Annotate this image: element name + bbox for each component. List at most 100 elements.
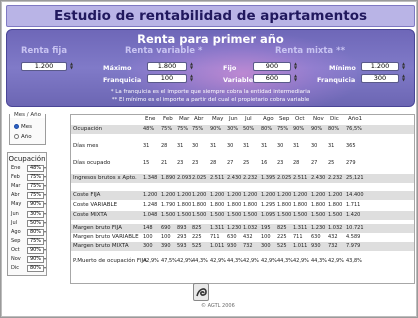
ocupacion-input[interactable]: 90% [27, 256, 44, 263]
table-cell: 1.032 [243, 225, 258, 231]
minimo-stepper-icon[interactable]: ▲ ▼ [401, 62, 406, 71]
table-cell: 1.032 [328, 225, 343, 231]
table-cell: 930 [227, 243, 237, 249]
renta-fija-stepper-icon[interactable]: ▲ ▼ [69, 62, 74, 71]
table-cell: 31 [143, 143, 150, 149]
row-label: Margen bruto MIXTA [73, 243, 129, 249]
table-cell: 148 [143, 225, 153, 231]
table-cell: 31 [210, 143, 217, 149]
ocupacion-stepper-icon[interactable]: ▾ [44, 201, 46, 206]
table-cell: 42,9% [210, 258, 226, 264]
table-cell: 100 [143, 234, 153, 240]
ocupacion-input[interactable]: 75% [27, 192, 44, 200]
results-table: Ene Feb Mar Abr May Jun Jul Ago Sep Oct Nov Dic Año1… [70, 114, 415, 284]
table-cell: 1.200 [143, 192, 158, 198]
ocupacion-input[interactable]: 50% [27, 219, 44, 227]
ocupacion-input[interactable]: 90% [27, 201, 44, 209]
ocupacion-month: Mar [11, 183, 21, 190]
mes-radio[interactable]: Mes [14, 124, 32, 130]
ocupacion-input[interactable]: 80% [27, 265, 44, 273]
row-label: P.Muerto de ocupación FIJA [73, 258, 147, 264]
table-cell: 25 [328, 160, 335, 166]
franquicia-variable-input[interactable]: 100 [147, 74, 187, 83]
table-header-cell: Ene [145, 116, 156, 122]
ocupacion-row: Dic 80% ▾ [11, 265, 47, 273]
ocupacion-input[interactable]: 75% [27, 237, 44, 245]
table-header-cell: Jun [229, 116, 238, 122]
ocupacion-stepper-icon[interactable]: ▾ [44, 220, 46, 225]
table-cell: 30 [277, 143, 284, 149]
table-cell: 1.500 [177, 212, 192, 218]
table-cell: 2.430 [227, 175, 242, 181]
table-cell: 4.589 [346, 234, 361, 240]
table-cell: 711 [210, 234, 220, 240]
ocupacion-stepper-icon[interactable]: ▾ [44, 211, 46, 216]
ocupacion-input[interactable]: 80% [27, 228, 44, 236]
row-label: Días ocupado [73, 160, 111, 166]
table-cell: 10.721 [346, 225, 364, 231]
table-cell: 1.230 [311, 225, 326, 231]
ocupacion-stepper-icon[interactable]: ▾ [44, 256, 46, 261]
ocupacion-stepper-icon[interactable]: ▾ [44, 192, 46, 197]
fijo-stepper-icon[interactable]: ▲ ▼ [293, 62, 298, 71]
table-header-cell: Ago [263, 116, 274, 122]
table-cell: 31 [261, 143, 268, 149]
ocupacion-stepper-icon[interactable]: ▾ [44, 229, 46, 234]
ocupacion-input[interactable]: 30% [27, 210, 44, 218]
franquicia-variable-label: Franquicia [103, 76, 142, 84]
table-cell: 1.311 [293, 225, 308, 231]
table-cell: 90% [210, 126, 222, 132]
table-cell: 225 [277, 234, 287, 240]
ano-radio[interactable]: Año [14, 134, 32, 140]
ocupacion-stepper-icon[interactable]: ▾ [44, 183, 46, 188]
table-cell: 90% [311, 126, 323, 132]
table-cell: 1.248 [143, 202, 158, 208]
table-cell: 825 [192, 225, 202, 231]
table-row: Margen bruto VARIABLE 100 100 293 225 711 630 4… [71, 233, 414, 242]
renta-fija-input[interactable]: 1.200 [21, 62, 67, 71]
ocupacion-stepper-icon[interactable]: ▾ [44, 174, 46, 179]
table-cell: 300 [143, 243, 153, 249]
table-cell: 1.200 [243, 192, 258, 198]
table-cell: 1.048 [143, 212, 158, 218]
table-cell: 75% [177, 126, 189, 132]
table-cell: 1.295 [261, 202, 276, 208]
franquicia-variable-stepper-icon[interactable]: ▲ ▼ [189, 74, 194, 83]
table-cell: 1.200 [277, 192, 292, 198]
variable-mixta-stepper-icon[interactable]: ▲ ▼ [293, 74, 298, 83]
table-cell: 100 [261, 234, 271, 240]
table-row: Ocupación 48% 75% 75% 75% 90% 30% 50% 80% 75% 90% 9… [71, 125, 414, 134]
table-cell: 1.200 [161, 192, 176, 198]
table-header-cell: Feb [163, 116, 173, 122]
fija-heading: Renta fija [21, 46, 68, 56]
ocupacion-month: May [11, 201, 22, 208]
variable-mixta-input[interactable]: 600 [253, 74, 291, 83]
table-cell: 42,9% [328, 258, 344, 264]
table-cell: 27 [311, 160, 318, 166]
ocupacion-stepper-icon[interactable]: ▾ [44, 238, 46, 243]
table-cell: 1.500 [210, 212, 225, 218]
ocupacion-input[interactable]: 90% [27, 246, 44, 254]
ocupacion-input[interactable]: 48% [27, 165, 44, 172]
franquicia-mixta-stepper-icon[interactable]: ▲ ▼ [401, 74, 406, 83]
table-cell: 44,3% [277, 258, 293, 264]
ocupacion-input[interactable]: 75% [27, 174, 44, 182]
ocupacion-stepper-icon[interactable]: ▾ [44, 247, 46, 252]
ocupacion-stepper-icon[interactable]: ▾ [44, 165, 46, 170]
ocupacion-stepper-icon[interactable]: ▾ [44, 265, 46, 270]
table-cell: 1.200 [311, 192, 326, 198]
minimo-input[interactable]: 1.200 [361, 62, 399, 71]
table-cell: 1.200 [261, 192, 276, 198]
fijo-input[interactable]: 900 [253, 62, 291, 71]
franquicia-mixta-input[interactable]: 300 [361, 74, 399, 83]
table-cell: 31 [243, 143, 250, 149]
table-cell: 1.800 [192, 202, 207, 208]
maximo-input[interactable]: 1.800 [147, 62, 187, 71]
ocupacion-row: Mar 75% ▾ [11, 183, 47, 191]
table-cell: 1.095 [261, 212, 276, 218]
table-header-cell: Abr [194, 116, 204, 122]
table-cell: 1.500 [192, 212, 207, 218]
ocupacion-input[interactable]: 75% [27, 183, 44, 191]
maximo-stepper-icon[interactable]: ▲ ▼ [189, 62, 194, 71]
table-cell: 1.800 [277, 202, 292, 208]
